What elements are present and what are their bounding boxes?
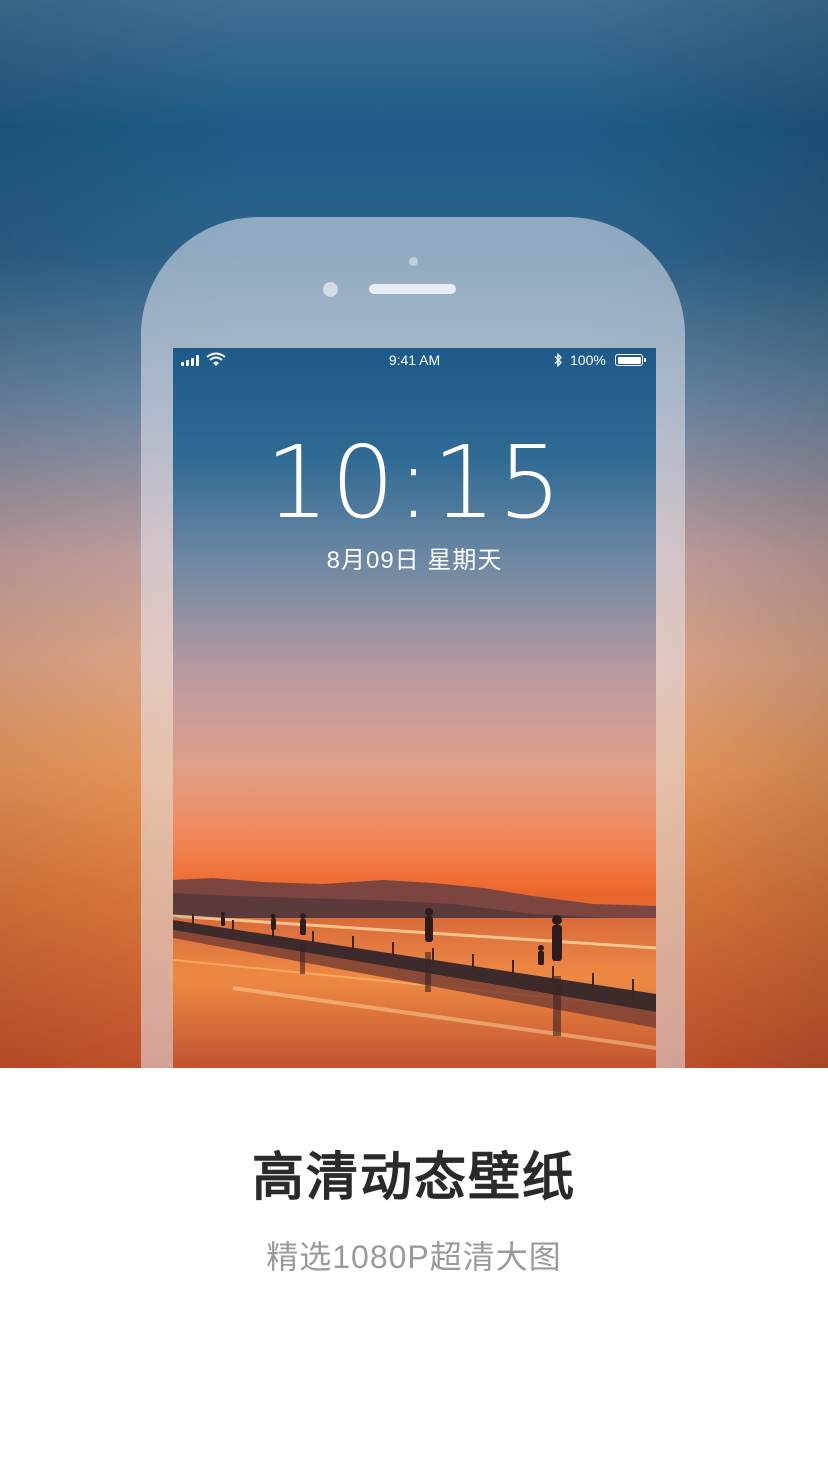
promo-title: 高清动态壁纸 bbox=[251, 1149, 576, 1207]
status-bar: 9:41 AM 100% bbox=[173, 348, 656, 374]
phone-speaker bbox=[369, 284, 456, 294]
phone-lock-screen: 9:41 AM 100% 10:15 8月09日 星期天 bbox=[173, 348, 656, 1068]
lock-screen-clock: 10:15 bbox=[265, 424, 564, 541]
lock-screen-date: 8月09日 星期天 bbox=[326, 547, 503, 574]
battery-full-icon bbox=[615, 354, 646, 366]
phone-sensor-dot bbox=[409, 257, 418, 266]
wallpaper-promo-page: 9:41 AM 100% 10:15 8月09日 星期天 高清动态壁纸 精选10… bbox=[0, 0, 828, 1472]
phone-camera bbox=[323, 282, 338, 297]
battery-percent: 100% bbox=[570, 352, 606, 368]
promo-subtitle: 精选1080P超清大图 bbox=[266, 1239, 562, 1275]
bluetooth-icon bbox=[554, 353, 562, 367]
